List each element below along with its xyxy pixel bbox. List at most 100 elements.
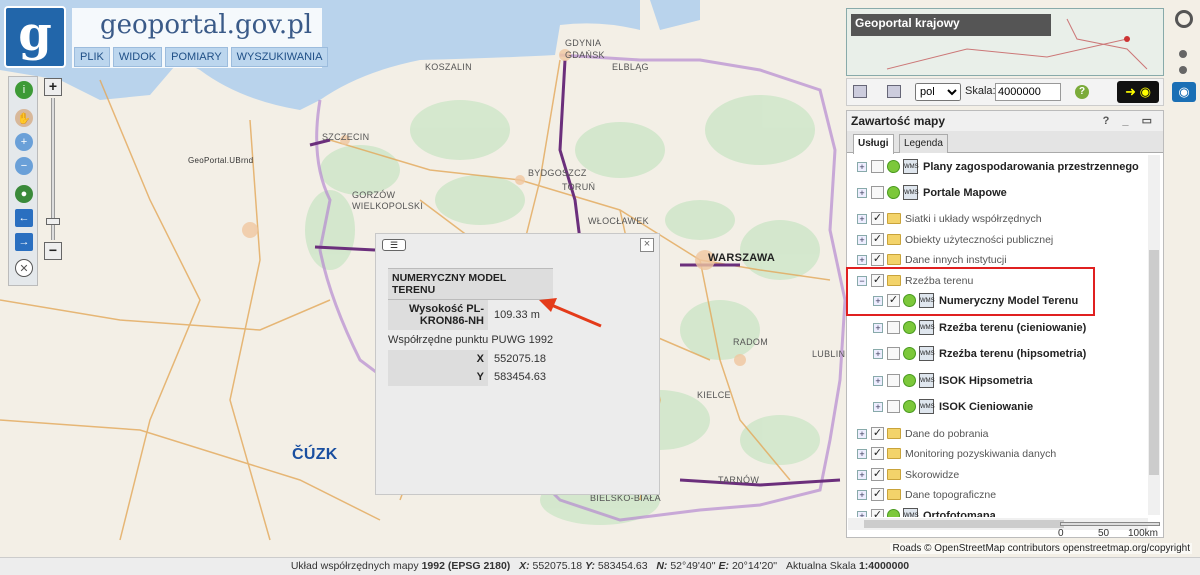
pan-hand-icon[interactable]: ✋: [15, 109, 33, 127]
panel-toolbar: pol Skala: ? ➜ ◉: [846, 78, 1164, 106]
map-attribution[interactable]: Roads © OpenStreetMap contributors opens…: [890, 543, 1192, 554]
city-label: LUBLIN: [812, 349, 846, 359]
layer-checkbox[interactable]: ✓: [871, 212, 884, 225]
list-icon[interactable]: ☰: [382, 239, 406, 251]
geoportal-logo[interactable]: g: [4, 6, 66, 68]
wms-service-icon: WMS: [919, 399, 935, 414]
layer-checkbox[interactable]: ✓: [871, 508, 884, 517]
clear-icon[interactable]: ✕: [15, 259, 33, 277]
menu-wyszukiwania[interactable]: WYSZUKIWANIA: [230, 47, 329, 67]
expand-icon[interactable]: +: [857, 234, 867, 245]
scale-tick: 50: [1098, 528, 1110, 539]
layer-row[interactable]: + ✓ Dane do pobrania: [847, 424, 1153, 446]
layer-checkbox[interactable]: ✓: [871, 467, 884, 481]
layer-row[interactable]: + WMS Plany zagospodarowania przestrzenneg…: [847, 157, 1153, 179]
expand-icon[interactable]: +: [857, 449, 867, 459]
expand-icon[interactable]: +: [857, 490, 867, 500]
city-label: KOSZALIN: [425, 62, 472, 72]
zoom-out-icon[interactable]: −: [15, 157, 33, 175]
expand-icon[interactable]: +: [857, 214, 867, 224]
layer-row[interactable]: + WMS Rzeźba terenu (hipsometria): [847, 344, 1153, 366]
wms-service-icon: WMS: [919, 372, 935, 388]
close-icon[interactable]: ×: [640, 238, 654, 252]
layer-checkbox[interactable]: ✓: [871, 426, 884, 440]
table-icon[interactable]: [853, 85, 867, 98]
layer-row[interactable]: + WMS ISOK Hipsometria: [847, 371, 1153, 393]
expand-icon[interactable]: +: [873, 402, 883, 412]
layer-label: Siatki i układy współrzędnych: [905, 213, 1042, 225]
expand-icon[interactable]: +: [873, 322, 883, 333]
layer-row[interactable]: + ✓ Monitoring pozyskiwania danych: [847, 444, 1153, 466]
expand-icon[interactable]: +: [857, 188, 867, 198]
layer-checkbox[interactable]: ✓: [871, 232, 884, 246]
city-label: GDYNIA: [565, 38, 602, 48]
layer-checkbox[interactable]: ✓: [871, 447, 884, 460]
menu-widok[interactable]: WIDOK: [112, 47, 163, 67]
tab-uslugi[interactable]: Usługi: [853, 134, 894, 154]
overview-minimap[interactable]: Geoportal krajowy: [846, 8, 1164, 76]
layer-row[interactable]: + ✓ Obiekty użyteczności publicznej: [847, 230, 1153, 252]
expand-icon[interactable]: +: [857, 428, 867, 439]
layer-row[interactable]: + ✓ Skorowidze: [847, 465, 1153, 487]
expand-icon[interactable]: +: [873, 349, 883, 359]
scale-tick: 100km: [1128, 528, 1159, 539]
menu-pomiary[interactable]: POMIARY: [165, 47, 228, 67]
info-icon[interactable]: i: [15, 81, 33, 99]
layer-checkbox[interactable]: [887, 320, 900, 334]
menu-plik[interactable]: PLIK: [74, 47, 110, 67]
y-value: 583454.63: [494, 371, 546, 383]
layer-row[interactable]: + WMS Rzeźba terenu (cieniowanie): [847, 318, 1153, 340]
layer-row[interactable]: + ✓ Siatki i układy współrzędnych: [847, 209, 1153, 231]
expand-icon[interactable]: +: [857, 162, 867, 172]
layer-checkbox[interactable]: [871, 160, 884, 173]
panel-title: Zawartość mapy: [851, 114, 946, 128]
panel-window-controls[interactable]: ? _ ▭: [1103, 114, 1157, 127]
layer-checkbox[interactable]: ✓: [871, 253, 884, 266]
layer-row[interactable]: + WMS ISOK Cieniowanie: [847, 397, 1153, 419]
toggle-view-eye-icon[interactable]: ➜ ◉: [1117, 81, 1159, 103]
zoom-in-icon[interactable]: +: [15, 133, 33, 151]
city-label: GORZÓW WIELKOPOLSKI: [352, 190, 424, 211]
x-value: 552075.18: [532, 560, 583, 572]
print-icon[interactable]: [887, 85, 901, 98]
map-toolbar: i ✋ + − ● ← → ✕: [8, 76, 38, 286]
layer-checkbox[interactable]: [887, 373, 900, 387]
x-label: X: [388, 350, 488, 368]
layer-row[interactable]: + ✓ Dane topograficzne: [847, 485, 1153, 507]
scale-input[interactable]: [995, 83, 1061, 101]
previous-view-icon[interactable]: ←: [15, 209, 33, 227]
zoom-plus-button[interactable]: +: [44, 78, 62, 96]
layer-row[interactable]: + ✓ WMS Ortofotomapa: [847, 506, 1153, 517]
layer-checkbox[interactable]: [871, 186, 884, 199]
language-select[interactable]: pol: [915, 83, 961, 101]
folder-icon: [887, 489, 901, 500]
next-view-icon[interactable]: →: [15, 233, 33, 251]
wms-service-icon: WMS: [903, 159, 919, 174]
layer-label: Dane do pobrania: [905, 427, 989, 440]
layer-checkbox[interactable]: [887, 347, 900, 360]
zoom-handle[interactable]: [46, 218, 60, 225]
help-icon[interactable]: ?: [1075, 85, 1089, 99]
layer-label: ISOK Cieniowanie: [939, 401, 1034, 413]
tab-legenda[interactable]: Legenda: [899, 134, 948, 153]
e-value: 20°14'20'': [731, 560, 778, 572]
layer-checkbox[interactable]: ✓: [871, 488, 884, 501]
status-bar: Układ współrzędnych mapy 1992 (EPSG 2180…: [0, 557, 1200, 575]
layer-tree-scrollbar[interactable]: [1148, 155, 1160, 515]
settings-gear-icon[interactable]: [1175, 10, 1193, 28]
panel-tabs: Usługi Legenda: [847, 131, 1163, 154]
expand-icon[interactable]: +: [857, 469, 867, 480]
feature-info-popup: ☰ × NUMERYCZNY MODEL TERENU Wysokość PL-…: [375, 233, 660, 495]
expand-icon[interactable]: +: [873, 375, 883, 386]
expand-icon[interactable]: +: [857, 510, 867, 517]
folder-icon: [887, 427, 901, 439]
eye-icon[interactable]: ◉: [1172, 82, 1196, 102]
layer-row[interactable]: + WMS Portale Mapowe: [847, 183, 1153, 205]
layer-label: Dane topograficzne: [905, 489, 997, 501]
layer-checkbox[interactable]: [887, 400, 900, 413]
full-extent-globe-icon[interactable]: ●: [15, 185, 33, 203]
zoom-minus-button[interactable]: −: [44, 242, 62, 260]
layer-label: Plany zagospodarowania przestrzennego: [923, 161, 1139, 173]
zoom-slider[interactable]: + −: [44, 78, 62, 262]
expand-icon[interactable]: +: [857, 255, 867, 265]
